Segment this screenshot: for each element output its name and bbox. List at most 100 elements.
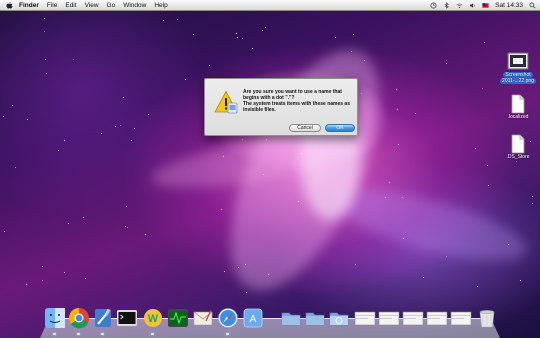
star (265, 27, 266, 28)
star (532, 196, 533, 197)
star (101, 133, 102, 134)
downloads-stack-icon[interactable] (328, 307, 350, 329)
warning-icon (214, 90, 238, 114)
desktop-icon-localized[interactable]: .localized (500, 94, 536, 120)
app-store-icon[interactable]: A (242, 307, 264, 329)
star (163, 20, 164, 21)
running-indicator (53, 333, 56, 335)
menu-help[interactable]: Help (154, 2, 167, 9)
volume-icon[interactable] (469, 2, 476, 9)
star (335, 37, 336, 38)
star (148, 114, 149, 115)
star (301, 153, 302, 154)
star (298, 201, 299, 202)
minimized-window-5[interactable] (450, 307, 472, 329)
menu-window[interactable]: Window (123, 2, 146, 9)
star (487, 165, 488, 166)
minimized-window-3[interactable] (402, 307, 424, 329)
star (12, 105, 13, 106)
star (266, 139, 267, 140)
screenshot-file-icon (507, 52, 529, 70)
star (484, 42, 485, 43)
running-indicator (226, 333, 229, 335)
star (415, 113, 416, 114)
star (238, 267, 239, 268)
star (123, 97, 124, 98)
bluetooth-icon[interactable] (443, 2, 450, 9)
trash-icon[interactable] (476, 307, 498, 329)
star (27, 119, 28, 120)
star (68, 223, 69, 224)
menu-extras: Sat 14:33 (430, 0, 536, 11)
star (263, 174, 264, 175)
spotlight-icon[interactable] (529, 2, 536, 9)
star (353, 34, 354, 35)
star (83, 217, 84, 218)
menu-finder[interactable]: Finder (19, 2, 39, 9)
menu-bar: Finder File Edit View Go Window Help Sat… (0, 0, 540, 11)
time-machine-icon[interactable] (430, 2, 437, 9)
menu-edit[interactable]: Edit (65, 2, 76, 9)
apple-menu-icon[interactable] (5, 1, 14, 10)
star (42, 280, 43, 281)
activity-monitor-icon[interactable] (167, 307, 189, 329)
desktop[interactable]: Finder File Edit View Go Window Help Sat… (0, 0, 540, 338)
xcode-icon[interactable] (92, 307, 114, 329)
menu-go[interactable]: Go (107, 2, 116, 9)
star (268, 274, 269, 275)
menu-view[interactable]: View (85, 2, 99, 9)
star (221, 209, 222, 210)
minimized-window-2[interactable] (378, 307, 400, 329)
star (127, 227, 128, 228)
star (4, 231, 5, 232)
menu-file[interactable]: File (47, 2, 57, 9)
flag-icon[interactable] (482, 2, 489, 9)
star (446, 63, 447, 64)
star (46, 73, 47, 74)
star (209, 65, 210, 66)
star (446, 256, 447, 257)
star (120, 125, 121, 126)
star (126, 206, 127, 207)
documents-folder-icon[interactable] (304, 307, 326, 329)
star (242, 38, 243, 39)
star (177, 19, 178, 20)
chrome-icon[interactable] (68, 307, 90, 329)
star (446, 60, 447, 61)
star (246, 292, 247, 293)
wifi-icon[interactable] (456, 2, 463, 9)
star (364, 60, 365, 61)
star (508, 244, 509, 245)
minimized-window-1[interactable] (354, 307, 376, 329)
mail-icon[interactable] (192, 307, 214, 329)
pages-icon[interactable]: W (142, 307, 164, 329)
star (223, 156, 224, 157)
localized-label: .localized (507, 114, 529, 120)
alert-dialog: Are you sure you want to use a name that… (204, 78, 358, 136)
menu-clock[interactable]: Sat 14:33 (495, 2, 523, 9)
star (397, 109, 398, 110)
star (398, 144, 399, 145)
dialog-message: The system treats items with these names… (243, 101, 350, 114)
star (252, 48, 253, 49)
star (423, 277, 424, 278)
terminal-icon[interactable] (116, 307, 138, 329)
running-indicator (101, 333, 104, 335)
ok-button[interactable]: OK (325, 124, 355, 132)
finder-icon[interactable] (44, 307, 66, 329)
applications-folder-icon[interactable] (280, 307, 302, 329)
safari-icon[interactable] (217, 307, 239, 329)
star (482, 88, 483, 89)
star (58, 150, 59, 151)
desktop-icon-ds-store[interactable]: .DS_Store (500, 134, 536, 160)
screenshot-label-line2: 2011-...22.png (500, 78, 536, 84)
cancel-button[interactable]: Cancel (289, 124, 321, 132)
desktop-icon-screenshot[interactable]: Screenshot 2011-...22.png (498, 52, 538, 84)
document-icon (511, 134, 525, 154)
star (3, 116, 4, 117)
star (236, 33, 237, 34)
star (45, 59, 46, 60)
minimized-window-4[interactable] (426, 307, 448, 329)
star (42, 266, 43, 267)
star (520, 280, 521, 281)
